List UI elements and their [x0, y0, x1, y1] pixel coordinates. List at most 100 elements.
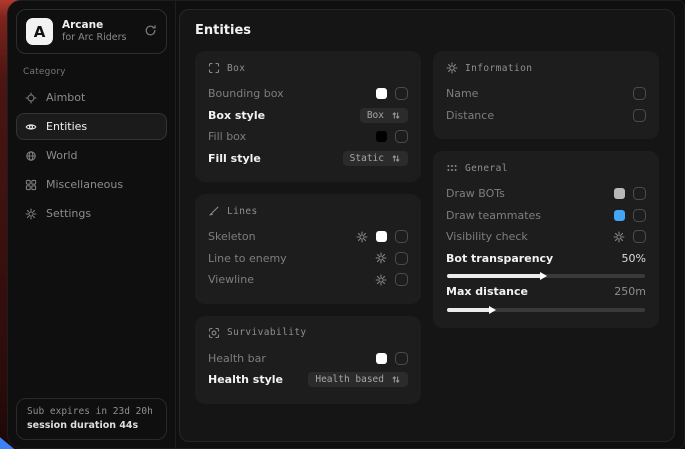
visibility-check-checkbox[interactable]: [633, 230, 646, 243]
row-controls: [376, 352, 408, 365]
sidebar-item-aimbot[interactable]: Aimbot: [16, 84, 167, 111]
max-distance-value: 250m: [614, 285, 646, 298]
row-label-draw-teammates: Draw teammates: [446, 209, 541, 222]
sort-icon: [391, 110, 401, 121]
health-style-select[interactable]: Health based: [308, 372, 408, 387]
group-header-general: General: [446, 162, 646, 174]
health-bar-checkbox[interactable]: [395, 352, 408, 365]
gear-icon[interactable]: [356, 231, 368, 243]
content-area: Entities BoxBounding boxBox styleBoxFill…: [176, 1, 684, 448]
row-controls: Static: [343, 151, 408, 166]
row-controls: [633, 109, 646, 122]
viewline-checkbox[interactable]: [395, 273, 408, 286]
page-title: Entities: [195, 23, 659, 38]
skeleton-checkbox[interactable]: [395, 230, 408, 243]
sidebar-item-world[interactable]: World: [16, 142, 167, 169]
sort-icon: [391, 153, 401, 164]
row-label-fill-style: Fill style: [208, 152, 261, 165]
color-swatch[interactable]: [376, 353, 387, 364]
color-swatch[interactable]: [376, 88, 387, 99]
gear-icon[interactable]: [375, 274, 387, 286]
row-label-line-to-enemy: Line to enemy: [208, 252, 287, 265]
row-max-distance: Max distance250m: [446, 281, 646, 303]
draw-teammates-checkbox[interactable]: [633, 209, 646, 222]
sidebar: A Arcane for Arc Riders Category AimbotE…: [8, 1, 176, 448]
box-style-select[interactable]: Box: [360, 108, 408, 123]
sync-icon[interactable]: [144, 22, 157, 41]
row-label-name: Name: [446, 87, 478, 100]
slider-fill: [447, 308, 491, 312]
color-swatch[interactable]: [614, 210, 625, 221]
gear-icon[interactable]: [613, 231, 625, 243]
row-viewline: Viewline: [208, 269, 408, 291]
sidebar-item-settings[interactable]: Settings: [16, 200, 167, 227]
row-controls: [356, 230, 408, 243]
grid-icon: [25, 179, 37, 191]
row-controls: Health based: [308, 372, 408, 387]
sidebar-item-label: Entities: [46, 120, 87, 133]
sidebar-item-miscellaneous[interactable]: Miscellaneous: [16, 171, 167, 198]
color-swatch[interactable]: [376, 131, 387, 142]
row-health-style: Health style Health based: [208, 369, 408, 391]
row-label-skeleton: Skeleton: [208, 230, 256, 243]
app-logo: A: [26, 18, 53, 45]
brand-card: A Arcane for Arc Riders: [16, 9, 167, 54]
row-controls: 50%: [622, 252, 646, 265]
row-draw-teammates: Draw teammates: [446, 205, 646, 227]
row-draw-bots: Draw BOTs: [446, 183, 646, 205]
info-scan-icon: [446, 62, 458, 74]
group-header-box: Box: [208, 62, 408, 74]
row-bot-transparency: Bot transparency 50%: [446, 248, 646, 270]
row-line-to-enemy: Line to enemy: [208, 248, 408, 270]
gear-icon[interactable]: [375, 252, 387, 264]
sidebar-item-entities[interactable]: Entities: [16, 113, 167, 140]
group-general: GeneralDraw BOTsDraw teammatesVisibility…: [433, 151, 659, 328]
row-box-style: Box styleBox: [208, 105, 408, 127]
row-bounding-box: Bounding box: [208, 83, 408, 105]
sort-icon: [391, 374, 401, 385]
sidebar-nav: Aimbot Entities World Miscellaneous Settings: [16, 84, 167, 229]
row-distance: Distance: [446, 105, 646, 127]
row-label-bot-transparency: Bot transparency: [446, 252, 553, 265]
app-name: Arcane: [62, 19, 135, 32]
fill-style-select[interactable]: Static: [343, 151, 408, 166]
group-box: Box Bounding boxBox styleBoxFill box Fill …: [195, 51, 421, 182]
slider-thumb[interactable]: [489, 306, 496, 314]
row-controls: [375, 252, 408, 265]
group-title: Lines: [227, 206, 258, 217]
row-fill-box: Fill box: [208, 126, 408, 148]
distance-checkbox[interactable]: [633, 109, 646, 122]
row-label-health-bar: Health bar: [208, 352, 266, 365]
app-window: A Arcane for Arc Riders Category AimbotE…: [7, 0, 685, 449]
bounding-box-checkbox[interactable]: [395, 87, 408, 100]
row-controls: [375, 273, 408, 286]
color-swatch[interactable]: [376, 231, 387, 242]
gear-icon: [25, 208, 37, 220]
row-controls: [376, 87, 408, 100]
fill-box-checkbox[interactable]: [395, 130, 408, 143]
bot-transparency-slider[interactable]: [447, 274, 645, 278]
draw-bots-checkbox[interactable]: [633, 187, 646, 200]
max-distance-slider[interactable]: [447, 308, 645, 312]
target-icon: [208, 327, 220, 339]
color-swatch[interactable]: [614, 188, 625, 199]
main-card: Entities BoxBounding boxBox styleBoxFill…: [179, 9, 675, 442]
row-skeleton: Skeleton: [208, 226, 408, 248]
sidebar-item-label: Aimbot: [46, 91, 85, 104]
name-checkbox[interactable]: [633, 87, 646, 100]
row-controls: [614, 187, 646, 200]
sidebar-item-label: Miscellaneous: [46, 178, 123, 191]
line-icon: [208, 205, 220, 217]
select-value: Health based: [315, 374, 384, 385]
eye-icon: [25, 121, 37, 133]
row-controls: Box: [360, 108, 408, 123]
select-value: Box: [367, 110, 384, 121]
slider-thumb[interactable]: [540, 272, 547, 280]
row-health-bar: Health bar: [208, 348, 408, 370]
line-to-enemy-checkbox[interactable]: [395, 252, 408, 265]
row-controls: [614, 209, 646, 222]
select-value: Static: [350, 153, 384, 164]
row-label-health-style: Health style: [208, 373, 283, 386]
dots-icon: [446, 162, 458, 174]
group-header-information: Information: [446, 62, 646, 74]
